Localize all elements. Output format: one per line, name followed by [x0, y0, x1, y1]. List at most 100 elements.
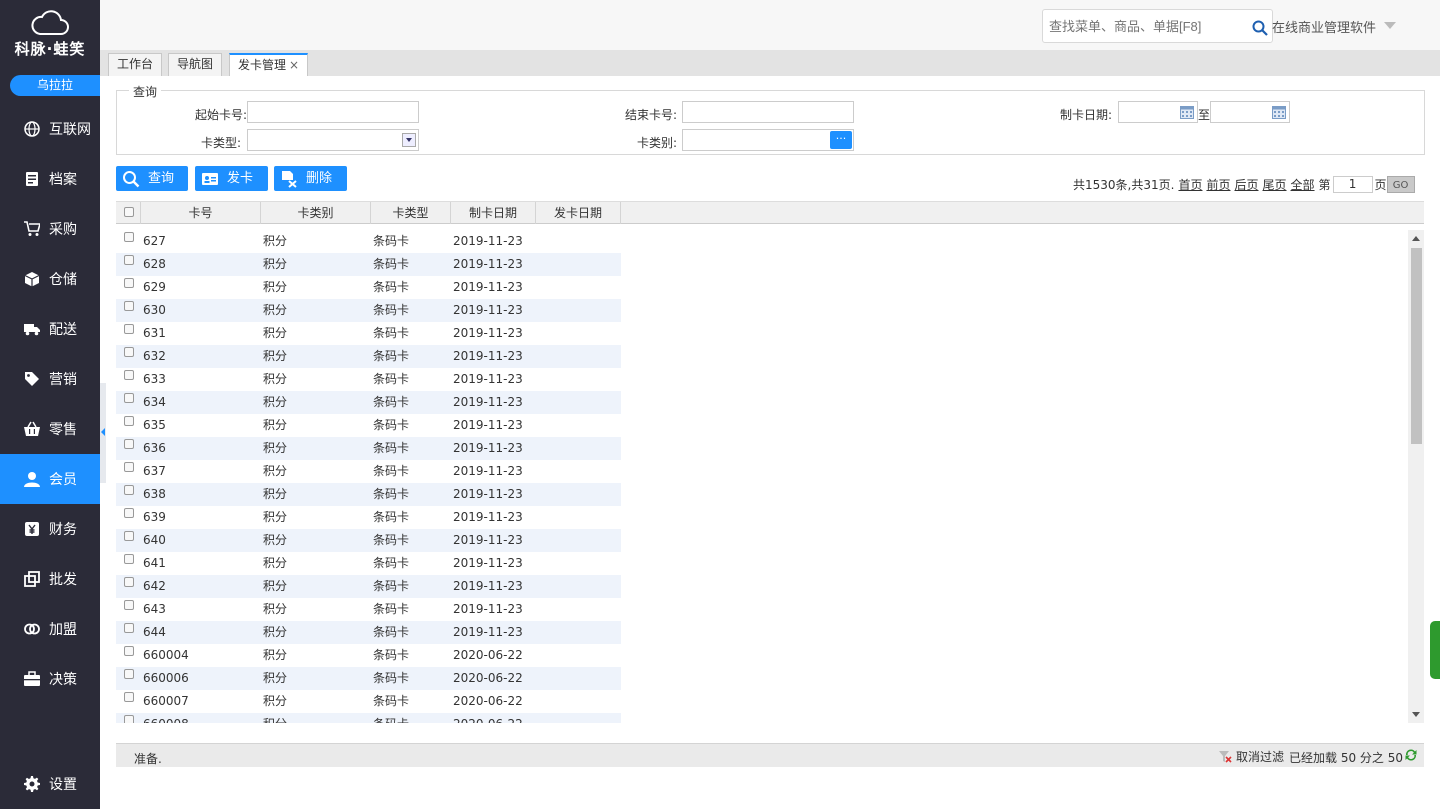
tab-workbench[interactable]: 工作台 [108, 53, 163, 76]
table-row[interactable]: 640 积分 条码卡 2019-11-23 [116, 529, 621, 552]
pager-first[interactable]: 首页 [1178, 176, 1202, 193]
end-card-input[interactable] [682, 101, 854, 123]
sidebar-item-member[interactable]: 会员 [0, 454, 100, 504]
tab-card-issue-management[interactable]: 发卡管理 × [229, 53, 309, 76]
pager-all[interactable]: 全部 [1291, 176, 1315, 193]
sidebar-item-purchase[interactable]: 采购 [0, 204, 100, 254]
table-row[interactable]: 642 积分 条码卡 2019-11-23 [116, 575, 621, 598]
row-checkbox[interactable] [124, 232, 134, 242]
tab-navigation-map[interactable]: 导航图 [168, 53, 223, 76]
row-checkbox[interactable] [124, 623, 134, 633]
calendar-icon[interactable] [1272, 105, 1286, 119]
page-scroll-indicator[interactable] [1430, 621, 1440, 679]
table-row[interactable]: 627 积分 条码卡 2019-11-23 [116, 230, 621, 253]
close-icon[interactable]: × [289, 58, 299, 72]
row-checkbox[interactable] [124, 278, 134, 288]
row-checkbox[interactable] [124, 370, 134, 380]
table-row[interactable]: 632 积分 条码卡 2019-11-23 [116, 345, 621, 368]
row-checkbox[interactable] [124, 255, 134, 265]
chevron-down-icon[interactable] [402, 133, 416, 147]
card-category-input[interactable]: ··· [682, 129, 854, 151]
table-row[interactable]: 643 积分 条码卡 2019-11-23 [116, 598, 621, 621]
table-row[interactable]: 660008 积分 条码卡 2020-06-22 [116, 713, 621, 723]
refresh-icon[interactable] [1403, 747, 1419, 763]
row-checkbox[interactable] [124, 715, 134, 723]
table-row[interactable]: 641 积分 条码卡 2019-11-23 [116, 552, 621, 575]
user-badge[interactable]: 乌拉拉 [10, 75, 100, 96]
pager-last[interactable]: 尾页 [1263, 176, 1287, 193]
table-row[interactable]: 637 积分 条码卡 2019-11-23 [116, 460, 621, 483]
sidebar-item-decision[interactable]: 决策 [0, 654, 100, 704]
row-checkbox[interactable] [124, 600, 134, 610]
row-checkbox[interactable] [124, 439, 134, 449]
row-checkbox[interactable] [124, 508, 134, 518]
row-checkbox[interactable] [124, 462, 134, 472]
row-checkbox[interactable] [124, 393, 134, 403]
sidebar-item-archive[interactable]: 档案 [0, 154, 100, 204]
cancel-filter-button[interactable]: 取消过滤 [1218, 748, 1284, 765]
row-checkbox[interactable] [124, 554, 134, 564]
row-checkbox[interactable] [124, 301, 134, 311]
table-row[interactable]: 628 积分 条码卡 2019-11-23 [116, 253, 621, 276]
row-checkbox[interactable] [124, 692, 134, 702]
search-input[interactable] [1043, 10, 1243, 42]
sidebar-item-delivery[interactable]: 配送 [0, 304, 100, 354]
date-to-input[interactable] [1210, 101, 1290, 123]
issue-card-button[interactable]: 发卡 [195, 166, 268, 191]
table-row[interactable]: 629 积分 条码卡 2019-11-23 [116, 276, 621, 299]
row-checkbox[interactable] [124, 324, 134, 334]
page-number-input[interactable]: 1 [1332, 175, 1373, 193]
row-checkbox[interactable] [124, 646, 134, 656]
table-row[interactable]: 639 积分 条码卡 2019-11-23 [116, 506, 621, 529]
scroll-down-icon[interactable] [1412, 712, 1420, 717]
table-row[interactable]: 630 积分 条码卡 2019-11-23 [116, 299, 621, 322]
column-header[interactable]: 卡类型 [371, 202, 451, 224]
pager-next[interactable]: 后页 [1234, 176, 1258, 193]
sidebar-item-marketing[interactable]: 营销 [0, 354, 100, 404]
sidebar-item-settings[interactable]: 设置 [0, 759, 100, 809]
go-button[interactable]: GO [1386, 175, 1415, 193]
scroll-up-icon[interactable] [1412, 236, 1420, 241]
column-header[interactable]: 制卡日期 [451, 202, 536, 224]
date-from-input[interactable] [1118, 101, 1198, 123]
sidebar-item-wholesale[interactable]: 批发 [0, 554, 100, 604]
row-checkbox[interactable] [124, 577, 134, 587]
column-header[interactable]: 卡类别 [261, 202, 371, 224]
row-checkbox[interactable] [124, 485, 134, 495]
global-search[interactable] [1042, 9, 1273, 43]
row-checkbox[interactable] [124, 531, 134, 541]
row-checkbox[interactable] [124, 416, 134, 426]
sidebar-item-internet[interactable]: 互联网 [0, 104, 100, 154]
grid-scrollbar[interactable] [1408, 230, 1424, 723]
sidebar-item-finance[interactable]: 财务 [0, 504, 100, 554]
app-name[interactable]: 在线商业管理软件 [1272, 17, 1376, 36]
table-row[interactable]: 660006 积分 条码卡 2020-06-22 [116, 667, 621, 690]
pager-prev[interactable]: 前页 [1206, 176, 1230, 193]
delete-button[interactable]: 删除 [274, 166, 347, 191]
search-icon[interactable] [1252, 20, 1268, 36]
table-row[interactable]: 660007 积分 条码卡 2020-06-22 [116, 690, 621, 713]
scroll-thumb[interactable] [1411, 248, 1422, 444]
row-checkbox[interactable] [124, 669, 134, 679]
column-header[interactable]: 卡号 [141, 202, 261, 224]
table-row[interactable]: 636 积分 条码卡 2019-11-23 [116, 437, 621, 460]
table-row[interactable]: 660004 积分 条码卡 2020-06-22 [116, 644, 621, 667]
sidebar-item-franchise[interactable]: 加盟 [0, 604, 100, 654]
column-header[interactable]: 发卡日期 [536, 202, 621, 224]
table-row[interactable]: 638 积分 条码卡 2019-11-23 [116, 483, 621, 506]
row-checkbox[interactable] [124, 347, 134, 357]
table-row[interactable]: 635 积分 条码卡 2019-11-23 [116, 414, 621, 437]
table-row[interactable]: 633 积分 条码卡 2019-11-23 [116, 368, 621, 391]
select-all-checkbox[interactable] [124, 207, 134, 217]
chevron-down-icon[interactable] [1384, 22, 1396, 29]
sidebar-item-storage[interactable]: 仓储 [0, 254, 100, 304]
card-type-select[interactable] [247, 129, 419, 151]
start-card-input[interactable] [247, 101, 419, 123]
more-icon[interactable]: ··· [830, 131, 852, 149]
query-button[interactable]: 查询 [116, 166, 188, 191]
table-row[interactable]: 644 积分 条码卡 2019-11-23 [116, 621, 621, 644]
sidebar-collapse-handle[interactable] [100, 383, 106, 483]
sidebar-item-retail[interactable]: 零售 [0, 404, 100, 454]
calendar-icon[interactable] [1180, 105, 1194, 119]
table-row[interactable]: 634 积分 条码卡 2019-11-23 [116, 391, 621, 414]
